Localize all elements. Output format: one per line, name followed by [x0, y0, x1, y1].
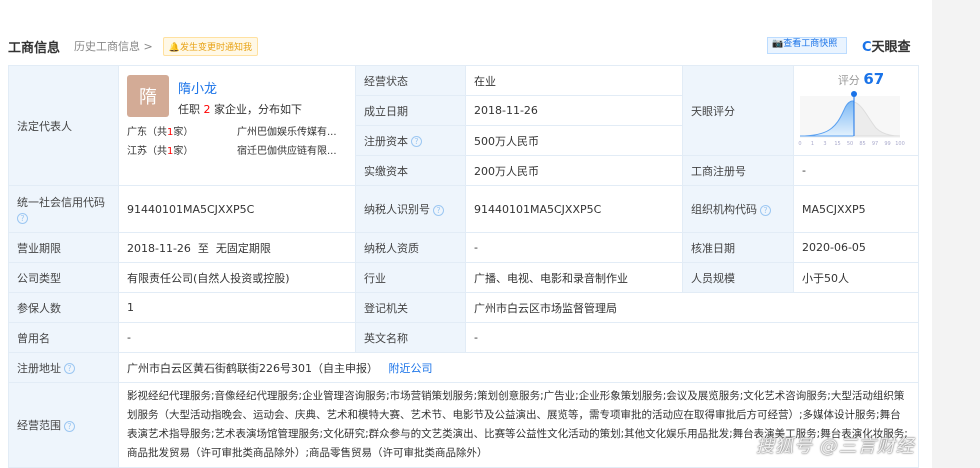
- right-scrollbar-area: [932, 0, 980, 468]
- score-label: 天眼评分: [682, 65, 794, 156]
- reg-no-value: -: [793, 155, 919, 186]
- legal-label: 法定代表人: [8, 65, 119, 186]
- term-label: 营业期限: [8, 232, 119, 263]
- org-code-label: 组织机构代码?: [682, 185, 794, 233]
- score-cell: 评分 67 0 1 3 15 50 85 97 99 100: [793, 65, 919, 156]
- camera-icon: 📷: [772, 39, 784, 49]
- region-list: 广东（共1家） 广州巴伽娱乐传媒有... 江苏（共1家） 宿迁巴伽供应链有限...: [127, 123, 347, 161]
- help-icon[interactable]: ?: [64, 363, 75, 374]
- tianyancha-logo: C天眼查: [862, 40, 911, 55]
- legal-rep-name[interactable]: 隋小龙: [178, 78, 302, 97]
- section-title: 工商信息: [8, 40, 61, 56]
- score-tick-label: 50: [847, 141, 853, 147]
- score-tick-label: 100: [895, 141, 905, 147]
- region-item: 广东（共1家） 广州巴伽娱乐传媒有...: [127, 123, 347, 142]
- watermark: 搜狐号 @三言财经: [756, 436, 915, 457]
- section-header: 工商信息 历史工商信息 > 🔔发生变更时通知我: [8, 36, 258, 56]
- english-name-value: -: [465, 322, 919, 353]
- help-icon[interactable]: ?: [17, 213, 28, 224]
- status-value: 在业: [465, 65, 683, 96]
- score-tick-label: 1: [811, 141, 814, 147]
- authority-value: 广州市白云区市场监督管理局: [465, 292, 919, 323]
- staff-size-value: 小于50人: [793, 262, 919, 293]
- address-label: 注册地址?: [8, 352, 119, 383]
- english-name-label: 英文名称: [355, 322, 466, 353]
- industry-value: 广播、电视、电影和录音制作业: [465, 262, 683, 293]
- notify-button[interactable]: 🔔发生变更时通知我: [162, 36, 258, 56]
- legal-rep-cell: 隋 隋小龙 任职 2 家企业，分布如下 广东（共1家） 广州巴伽娱乐传媒有... …: [118, 65, 356, 186]
- staff-size-label: 人员规模: [682, 262, 794, 293]
- score-tick-label: 0: [798, 141, 801, 147]
- nearby-companies-link[interactable]: 附近公司: [389, 362, 433, 375]
- address-value: 广州市白云区黄石街鹤联街226号301（自主申报） 附近公司: [118, 352, 919, 383]
- credit-code-value: 91440101MA5CJXXP5C: [118, 185, 356, 233]
- avatar: 隋: [127, 75, 169, 117]
- insured-value: 1: [118, 292, 356, 323]
- company-type-label: 公司类型: [8, 262, 119, 293]
- status-label: 经营状态: [355, 65, 466, 96]
- help-icon[interactable]: ?: [433, 204, 444, 216]
- approve-date-label: 核准日期: [682, 232, 794, 263]
- region-item: 江苏（共1家） 宿迁巴伽供应链有限...: [127, 142, 347, 161]
- tax-id-value: 91440101MA5CJXXP5C: [465, 185, 683, 233]
- score-tick-label: 15: [834, 141, 840, 147]
- found-date-value: 2018-11-26: [465, 95, 683, 126]
- score-bell-curve: 0 1 3 15 50 85 97 99 100: [798, 91, 905, 147]
- former-name-value: -: [118, 322, 356, 353]
- history-link[interactable]: 历史工商信息 >: [74, 38, 153, 54]
- help-icon[interactable]: ?: [411, 136, 422, 147]
- business-info-table: 法定代表人 隋 隋小龙 任职 2 家企业，分布如下 广东（共1家） 广州巴伽娱乐传…: [8, 65, 919, 468]
- snapshot-button[interactable]: 📷查看工商快照: [767, 37, 847, 54]
- company-link[interactable]: 广州巴伽娱乐传媒有...: [237, 123, 337, 142]
- help-icon[interactable]: ?: [64, 420, 75, 432]
- found-date-label: 成立日期: [355, 95, 466, 126]
- industry-label: 行业: [355, 262, 466, 293]
- paid-capital-label: 实缴资本: [355, 155, 466, 186]
- positions-text: 任职 2 家企业，分布如下: [178, 103, 302, 116]
- term-value: 2018-11-26 至 无固定期限: [118, 232, 356, 263]
- reg-capital-label: 注册资本?: [355, 125, 466, 156]
- bell-icon: 🔔: [168, 42, 180, 53]
- score-tick-label: 3: [823, 141, 826, 147]
- scope-label: 经营范围?: [8, 382, 119, 468]
- authority-label: 登记机关: [355, 292, 466, 323]
- score-tick-label: 99: [884, 141, 890, 147]
- score-tick-label: 97: [872, 141, 878, 147]
- score-marker: [851, 91, 857, 97]
- help-icon[interactable]: ?: [760, 204, 771, 216]
- company-type-value: 有限责任公司(自然人投资或控股): [118, 262, 356, 293]
- tax-id-label: 纳税人识别号?: [355, 185, 466, 233]
- company-link[interactable]: 宿迁巴伽供应链有限...: [237, 142, 337, 161]
- reg-no-label: 工商注册号: [682, 155, 794, 186]
- approve-date-value: 2020-06-05: [793, 232, 919, 263]
- paid-capital-value: 200万人民币: [465, 155, 683, 186]
- reg-capital-value: 500万人民币: [465, 125, 683, 156]
- score-value: 67: [863, 70, 885, 88]
- taxpayer-quality-value: -: [465, 232, 683, 263]
- score-tick-label: 85: [859, 141, 865, 147]
- org-code-value: MA5CJXXP5: [793, 185, 919, 233]
- credit-code-label: 统一社会信用代码?: [8, 185, 119, 233]
- insured-label: 参保人数: [8, 292, 119, 323]
- former-name-label: 曾用名: [8, 322, 119, 353]
- taxpayer-quality-label: 纳税人资质: [355, 232, 466, 263]
